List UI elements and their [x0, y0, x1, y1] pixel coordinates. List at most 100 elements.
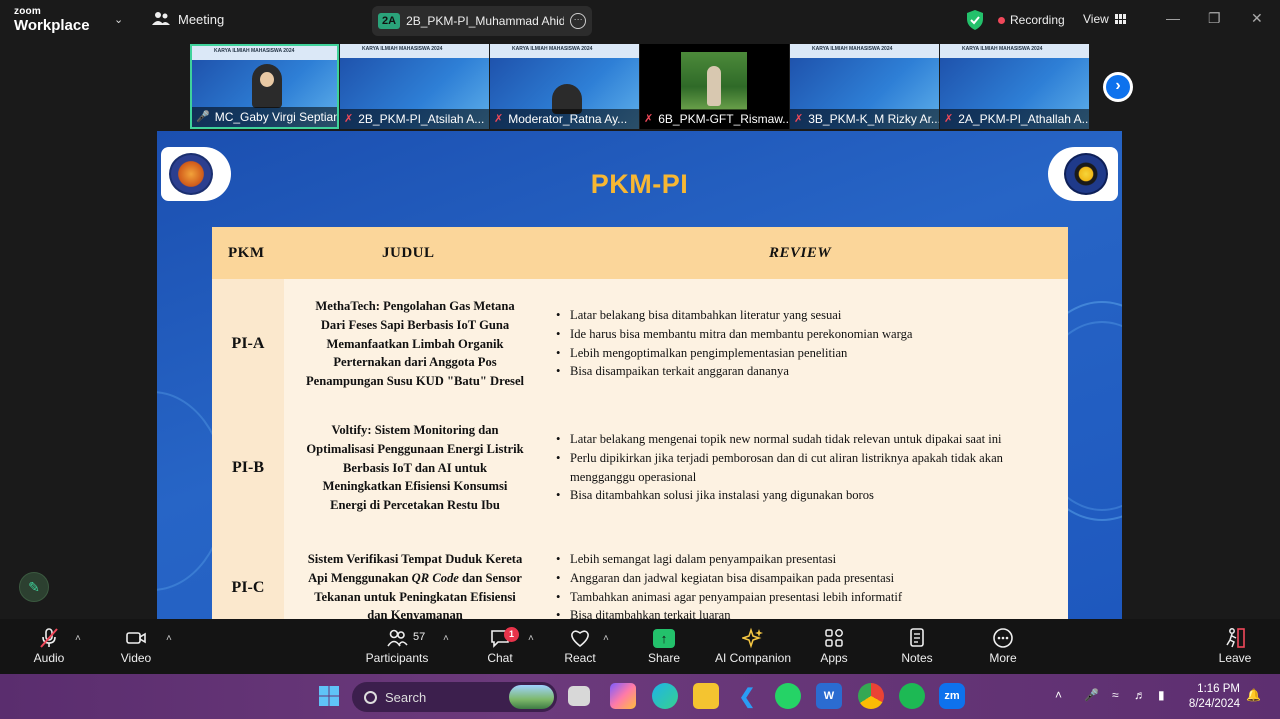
- judul-line: Optimalisasi Penggunaan Energi Listrik: [306, 441, 524, 456]
- search-highlight-image: [509, 685, 554, 709]
- review-item: Bisa ditambahkan terkait luaran: [556, 606, 1056, 619]
- meeting-label: Meeting: [178, 11, 225, 27]
- participants-options-caret[interactable]: ˄: [443, 633, 449, 644]
- participant-tile[interactable]: KARYA ILMIAH MAHASISWA 2024 ✗ 2B_PKM-PI_A…: [340, 44, 489, 129]
- ai-companion-button[interactable]: AI Companion: [714, 625, 792, 665]
- ai-companion-label: AI Companion: [714, 651, 792, 665]
- meeting-menu-button[interactable]: Meeting: [152, 11, 224, 27]
- volume-icon[interactable]: ♬: [1134, 688, 1146, 702]
- judul-line: Energi di Percetakan Restu Ibu: [330, 498, 500, 513]
- file-explorer-icon[interactable]: [693, 683, 719, 709]
- annotate-pen-icon[interactable]: ✎: [19, 572, 49, 602]
- participant-name: 2B_PKM-PI_Atsilah A...: [358, 112, 485, 126]
- review-item: Perlu dipikirkan jika terjadi pemborosan…: [556, 449, 1031, 487]
- view-label: View: [1083, 12, 1109, 26]
- apps-button[interactable]: Apps: [817, 625, 851, 665]
- row-label: PI-C: [231, 579, 265, 596]
- clock-time: 1:16 PM: [1197, 683, 1240, 695]
- edge-icon[interactable]: [652, 683, 678, 709]
- judul-line: MethaTech: Pengolahan Gas Metana: [315, 299, 515, 313]
- react-options-caret[interactable]: ˄: [603, 633, 609, 644]
- judul-line: dan Kenyamanan: [367, 608, 463, 619]
- wifi-icon[interactable]: ≈: [1112, 688, 1119, 702]
- chevron-down-icon[interactable]: ⌄: [114, 13, 123, 26]
- participant-tile[interactable]: KARYA ILMIAH MAHASISWA 2024 ✗ Moderator_R…: [490, 44, 639, 129]
- judul-line: Api Menggunakan QR Code dan Sensor: [290, 569, 540, 588]
- search-icon: [364, 690, 377, 704]
- notification-bell-icon[interactable]: 🔔: [1246, 688, 1261, 702]
- top-bar: zoom Workplace ⌄ Meeting 2A 2B_PKM-PI_Mu…: [0, 0, 1280, 42]
- participants-label: Participants: [365, 651, 429, 665]
- more-button[interactable]: More: [985, 625, 1021, 665]
- whatsapp-icon[interactable]: [775, 683, 801, 709]
- next-page-button[interactable]: ›: [1103, 72, 1133, 102]
- mic-muted-icon: [40, 628, 58, 648]
- notes-button[interactable]: Notes: [898, 625, 936, 665]
- share-button[interactable]: ↑ Share: [646, 625, 682, 665]
- word-icon[interactable]: W: [816, 683, 842, 709]
- row-label: PI-B: [232, 459, 264, 476]
- more-options-icon[interactable]: ···: [570, 13, 586, 29]
- apps-label: Apps: [820, 651, 848, 665]
- tray-mic-icon[interactable]: 🎤: [1084, 688, 1099, 702]
- chat-options-caret[interactable]: ˄: [528, 633, 534, 644]
- audio-options-caret[interactable]: ˄: [75, 633, 81, 644]
- participant-tile[interactable]: KARYA ILMIAH MAHASISWA 2024 ✗ 3B_PKM-K_M …: [790, 44, 939, 129]
- close-button[interactable]: ✕: [1251, 10, 1263, 27]
- judul-line: Dari Feses Sapi Berbasis IoT Guna: [320, 317, 510, 332]
- logo-line2: Workplace: [14, 17, 90, 34]
- profile-photo: [681, 52, 747, 110]
- task-view-icon[interactable]: [568, 686, 590, 706]
- review-item: Bisa disampaikan terkait anggaran danany…: [556, 362, 1056, 381]
- participant-tile[interactable]: KARYA ILMIAH MAHASISWA 2024 🎤 MC_Gaby Vir…: [190, 44, 339, 129]
- apps-icon: [825, 629, 843, 647]
- share-label: Share: [647, 651, 681, 665]
- banner-text: KARYA ILMIAH MAHASISWA 2024: [962, 46, 1043, 52]
- system-clock[interactable]: 1:16 PM 8/24/2024: [1186, 682, 1240, 712]
- tray-chevron-icon[interactable]: ˄: [1055, 688, 1062, 702]
- recording-indicator[interactable]: Recording: [998, 13, 1065, 27]
- judul-emphasis: QR Code: [411, 570, 459, 585]
- meeting-title-pill[interactable]: 2A 2B_PKM-PI_Muhammad Ahid Hu ···: [372, 6, 592, 36]
- participants-count: 57: [413, 631, 426, 643]
- vscode-icon[interactable]: ❮: [734, 683, 760, 709]
- video-options-caret[interactable]: ˄: [166, 633, 172, 644]
- copilot-icon[interactable]: [610, 683, 636, 709]
- spotify-icon[interactable]: [899, 683, 925, 709]
- review-item: Tambahkan animasi agar penyampaian prese…: [556, 588, 1056, 607]
- participant-video: [252, 64, 282, 108]
- mic-muted-icon: ✗: [794, 113, 804, 125]
- chrome-icon[interactable]: [858, 683, 884, 709]
- audio-button[interactable]: Audio: [30, 625, 68, 665]
- zoom-taskbar-icon[interactable]: zm: [939, 683, 965, 709]
- judul-line: Voltify: Sistem Monitoring dan: [331, 423, 499, 437]
- participant-name: 3B_PKM-K_M Rizky Ar...: [808, 112, 939, 126]
- people-icon: [152, 12, 170, 25]
- participant-name: Moderator_Ratna Ay...: [508, 112, 628, 126]
- zoom-workplace-logo[interactable]: zoom Workplace: [14, 7, 90, 34]
- react-button[interactable]: React: [562, 625, 598, 665]
- header-judul: JUDUL: [382, 245, 435, 261]
- participant-tile[interactable]: KARYA ILMIAH MAHASISWA 2024 ✗ 2A_PKM-PI_A…: [940, 44, 1089, 129]
- review-item: Bisa ditambahkan solusi jika instalasi y…: [556, 486, 1031, 505]
- shield-check-icon[interactable]: [966, 10, 984, 30]
- participant-name-bar: ✗ Moderator_Ratna Ay...: [490, 109, 639, 129]
- video-button[interactable]: Video: [116, 625, 156, 665]
- participant-strip: KARYA ILMIAH MAHASISWA 2024 🎤 MC_Gaby Vir…: [190, 44, 1089, 129]
- participant-tile[interactable]: ✗ 6B_PKM-GFT_Rismaw...: [640, 44, 789, 129]
- pkm-column: [212, 279, 284, 619]
- battery-icon[interactable]: ▮: [1158, 688, 1165, 702]
- minimize-button[interactable]: —: [1166, 10, 1180, 26]
- taskbar-search[interactable]: Search: [352, 682, 557, 712]
- windows-start-icon[interactable]: [316, 683, 342, 709]
- chat-unread-badge: 1: [504, 627, 519, 642]
- view-button[interactable]: View: [1083, 12, 1126, 26]
- restore-button[interactable]: ❐: [1208, 10, 1221, 27]
- record-dot-icon: [998, 16, 1005, 24]
- participant-name-bar: 🎤 MC_Gaby Virgi Septian: [192, 107, 337, 127]
- react-label: React: [564, 651, 596, 665]
- mic-muted-icon: ✗: [494, 113, 504, 125]
- leave-button[interactable]: Leave: [1218, 625, 1252, 665]
- judul-line: Penampungan Susu KUD "Batu" Dresel: [305, 374, 525, 389]
- judul-text: Api Menggunakan: [308, 570, 412, 585]
